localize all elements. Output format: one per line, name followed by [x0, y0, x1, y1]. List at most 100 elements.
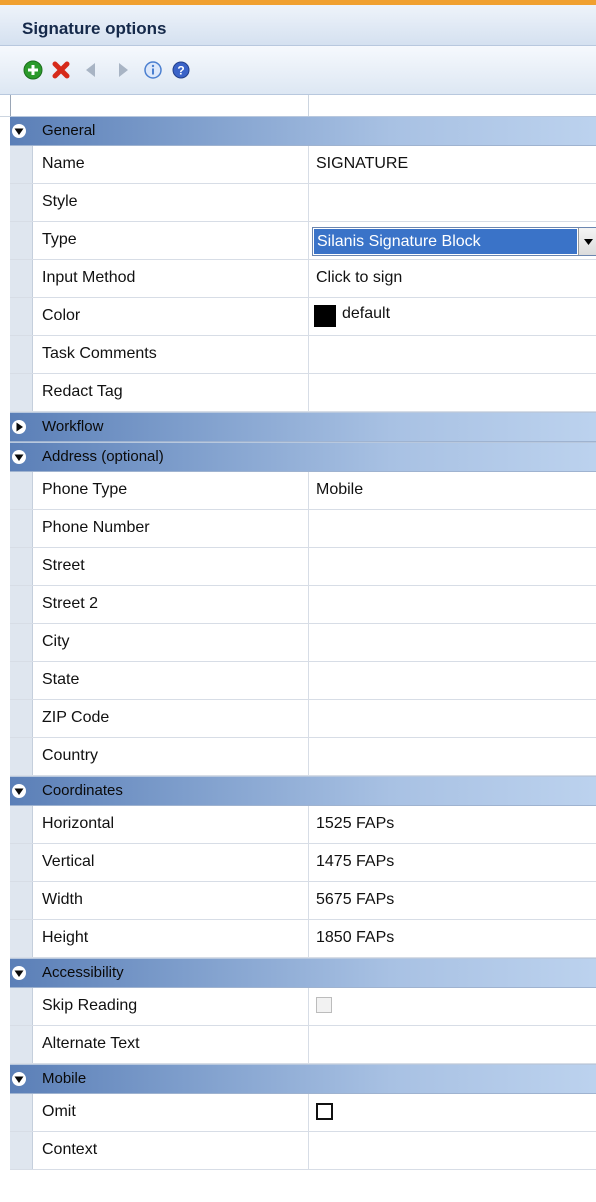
chevron-down-icon [583, 238, 593, 245]
property-row-redact-tag[interactable]: Redact Tag [10, 374, 596, 412]
property-label: State [42, 671, 80, 688]
delete-button[interactable] [50, 59, 72, 81]
property-row-vertical[interactable]: Vertical 1475 FAPs [10, 844, 596, 882]
property-label: Country [42, 747, 99, 764]
property-label: Omit [42, 1103, 76, 1120]
value-separator [308, 548, 309, 585]
property-row-width[interactable]: Width 5675 FAPs [10, 882, 596, 920]
property-label: Name [42, 155, 85, 172]
add-button[interactable] [22, 59, 44, 81]
value-separator [308, 336, 309, 373]
property-row-zip-code[interactable]: ZIP Code [10, 700, 596, 738]
value-separator [308, 662, 309, 699]
value-separator [308, 624, 309, 661]
property-value[interactable]: default [342, 305, 390, 323]
category-address[interactable]: Address (optional) [10, 442, 596, 472]
property-row-state[interactable]: State [10, 662, 596, 700]
value-separator [308, 260, 309, 297]
row-margin [10, 222, 33, 259]
property-label: Alternate Text [42, 1035, 140, 1052]
property-row-omit[interactable]: Omit [10, 1094, 596, 1132]
value-separator [308, 1094, 309, 1131]
column-divider[interactable] [308, 95, 309, 116]
property-row-horizontal[interactable]: Horizontal 1525 FAPs [10, 806, 596, 844]
row-margin [10, 510, 33, 547]
color-swatch[interactable] [314, 305, 336, 327]
property-row-name[interactable]: Name SIGNATURE [10, 146, 596, 184]
category-label: Accessibility [42, 964, 124, 981]
collapse-icon[interactable] [12, 966, 26, 980]
value-separator [308, 1132, 309, 1169]
collapse-icon[interactable] [12, 450, 26, 464]
back-icon [86, 63, 95, 77]
property-label: Street [42, 557, 85, 574]
property-label: Color [42, 307, 81, 324]
row-margin [10, 146, 33, 183]
row-margin [10, 662, 33, 699]
property-value[interactable]: 1525 FAPs [316, 815, 394, 833]
property-row-color[interactable]: Color default [10, 298, 596, 336]
property-value[interactable]: 1850 FAPs [316, 929, 394, 947]
omit-checkbox[interactable] [316, 1103, 333, 1120]
skip-reading-checkbox [316, 997, 332, 1013]
back-button[interactable] [80, 59, 102, 81]
property-value[interactable]: SIGNATURE [316, 155, 408, 173]
collapse-icon[interactable] [12, 784, 26, 798]
category-label: Mobile [42, 1070, 87, 1087]
property-value[interactable]: Mobile [316, 481, 363, 499]
value-separator [308, 806, 309, 843]
property-row-style[interactable]: Style [10, 184, 596, 222]
collapse-icon[interactable] [12, 1072, 26, 1086]
category-coordinates[interactable]: Coordinates [10, 776, 596, 806]
property-value[interactable]: 1475 FAPs [316, 853, 394, 871]
category-label: Address (optional) [42, 448, 164, 465]
row-margin [10, 700, 33, 737]
property-row-street-2[interactable]: Street 2 [10, 586, 596, 624]
property-row-height[interactable]: Height 1850 FAPs [10, 920, 596, 958]
property-row-alternate-text[interactable]: Alternate Text [10, 1026, 596, 1064]
delete-icon [52, 61, 70, 79]
row-margin [10, 920, 33, 957]
collapse-icon[interactable] [12, 124, 26, 138]
property-row-context[interactable]: Context [10, 1132, 596, 1170]
expand-icon[interactable] [12, 420, 26, 434]
category-workflow[interactable]: Workflow [10, 412, 596, 442]
help-button[interactable]: ? [170, 59, 192, 81]
property-row-street[interactable]: Street [10, 548, 596, 586]
type-selected-value[interactable]: Silanis Signature Block [314, 229, 577, 254]
property-value[interactable]: 5675 FAPs [316, 891, 394, 909]
property-value[interactable]: Click to sign [316, 269, 402, 287]
add-icon [23, 60, 43, 80]
category-accessibility[interactable]: Accessibility [10, 958, 596, 988]
property-label: Type [42, 231, 77, 248]
row-margin [10, 260, 33, 297]
row-margin [10, 374, 33, 411]
property-label: Style [42, 193, 78, 210]
property-row-task-comments[interactable]: Task Comments [10, 336, 596, 374]
value-separator [308, 988, 309, 1025]
row-margin [10, 882, 33, 919]
property-row-skip-reading[interactable]: Skip Reading [10, 988, 596, 1026]
info-button[interactable] [142, 59, 164, 81]
property-row-country[interactable]: Country [10, 738, 596, 776]
property-label: Phone Number [42, 519, 150, 536]
property-row-type[interactable]: Type Silanis Signature Block [10, 222, 596, 260]
type-dropdown[interactable]: Silanis Signature Block [312, 227, 596, 256]
property-row-phone-type[interactable]: Phone Type Mobile [10, 472, 596, 510]
category-mobile[interactable]: Mobile [10, 1064, 596, 1094]
value-separator [308, 738, 309, 775]
property-row-input-method[interactable]: Input Method Click to sign [10, 260, 596, 298]
property-label: Skip Reading [42, 997, 138, 1014]
property-label: ZIP Code [42, 709, 110, 726]
row-margin [10, 806, 33, 843]
property-row-phone-number[interactable]: Phone Number [10, 510, 596, 548]
value-separator [308, 920, 309, 957]
forward-button[interactable] [112, 59, 134, 81]
category-general[interactable]: General [10, 116, 596, 146]
row-margin [10, 1026, 33, 1063]
column-header [0, 95, 596, 117]
info-icon [144, 61, 162, 79]
dropdown-arrow-button[interactable] [578, 228, 596, 255]
property-row-city[interactable]: City [10, 624, 596, 662]
value-separator [308, 882, 309, 919]
